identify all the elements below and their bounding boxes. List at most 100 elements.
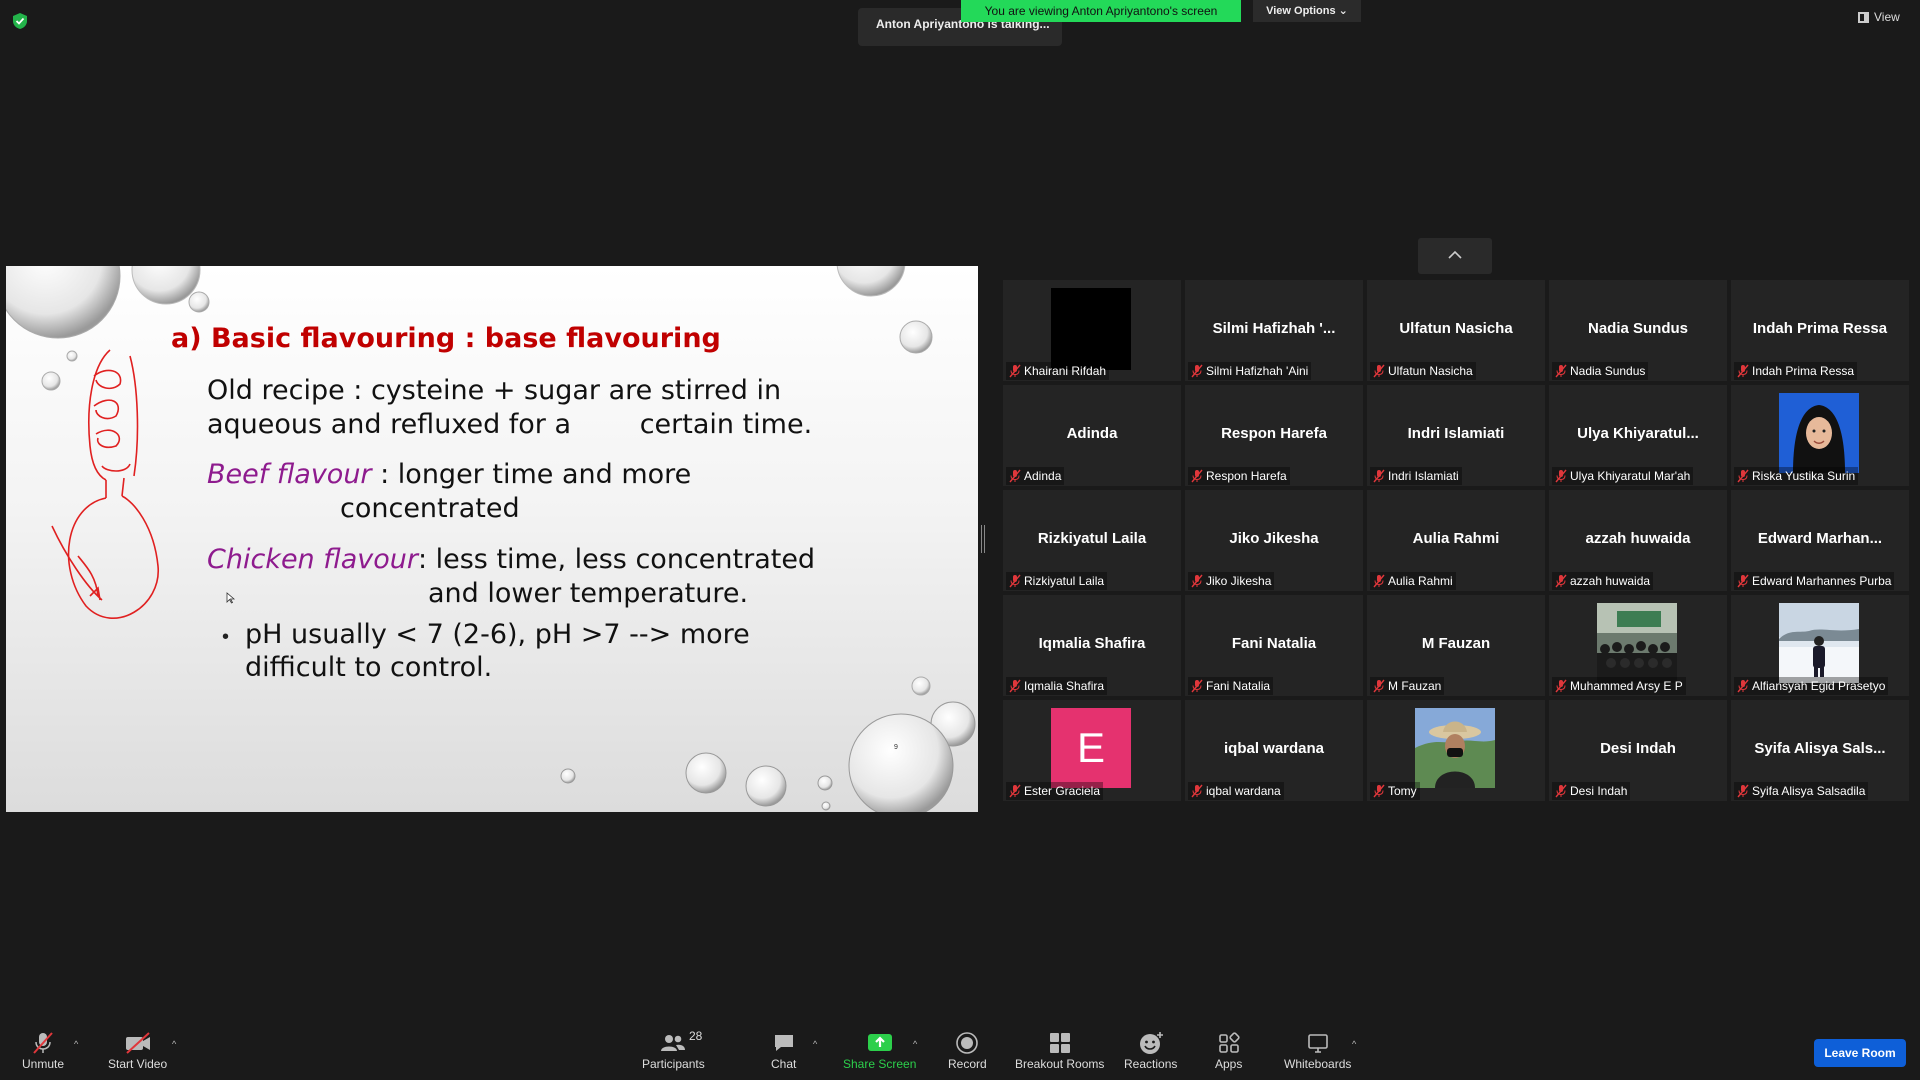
participant-name-tag: Ester Graciela: [1006, 782, 1104, 800]
participant-name: azzah huwaida: [1570, 574, 1651, 588]
view-button[interactable]: View: [1858, 10, 1900, 24]
shared-screen[interactable]: a) Basic flavouring : base flavouring Ol…: [6, 266, 978, 812]
security-shield-icon[interactable]: [12, 12, 28, 30]
participant-tile[interactable]: Rizkiyatul Laila Rizkiyatul Laila: [1003, 490, 1181, 591]
whiteboards-button[interactable]: Whiteboards: [1284, 1031, 1351, 1071]
microphone-muted-icon: [1009, 364, 1021, 378]
video-options-chevron-icon[interactable]: ^: [172, 1039, 176, 1049]
view-options-button[interactable]: View Options ⌄: [1253, 0, 1361, 22]
viewing-screen-banner: You are viewing Anton Apriyantono's scre…: [961, 0, 1241, 22]
participant-tile[interactable]: Aulia Rahmi Aulia Rahmi: [1367, 490, 1545, 591]
participant-name: Iqmalia Shafira: [1024, 679, 1105, 693]
share-options-chevron-icon[interactable]: ^: [913, 1039, 917, 1049]
participant-tile[interactable]: Syifa Alisya Sals... Syifa Alisya Salsadi…: [1731, 700, 1909, 801]
participant-tile[interactable]: Tomy: [1367, 700, 1545, 801]
participant-tile[interactable]: Nadia Sundus Nadia Sundus: [1549, 280, 1727, 381]
meeting-toolbar: Unmute ^ Start Video ^ Participants 28 C…: [0, 1020, 1920, 1080]
share-screen-button[interactable]: Share Screen: [843, 1031, 916, 1071]
participant-tile[interactable]: Edward Marhan... Edward Marhannes Purba: [1731, 490, 1909, 591]
reactions-label: Reactions: [1124, 1057, 1178, 1071]
microphone-muted-icon: [1737, 364, 1749, 378]
audio-options-chevron-icon[interactable]: ^: [74, 1039, 78, 1049]
participant-tile[interactable]: Muhammed Arsy E P: [1549, 595, 1727, 696]
participant-tile[interactable]: Iqmalia Shafira Iqmalia Shafira: [1003, 595, 1181, 696]
participant-display-name: Nadia Sundus: [1587, 320, 1688, 337]
participant-display-name: Aulia Rahmi: [1412, 530, 1500, 547]
microphone-muted-icon: [1373, 784, 1385, 798]
participant-name-tag: iqbal wardana: [1188, 782, 1284, 800]
chevron-down-icon: ⌄: [1338, 5, 1348, 17]
record-icon: [956, 1032, 979, 1054]
participant-photo: [1597, 603, 1677, 683]
participant-tile[interactable]: Alfiansyah Egid Prasetyo: [1731, 595, 1909, 696]
participant-name: Ulya Khiyaratul Mar'ah: [1570, 469, 1691, 483]
participant-tile[interactable]: Indah Prima Ressa Indah Prima Ressa: [1731, 280, 1909, 381]
collapse-gallery-button[interactable]: [1418, 238, 1492, 274]
participant-name-tag: Edward Marhannes Purba: [1734, 572, 1895, 590]
microphone-muted-icon: [1555, 679, 1567, 693]
participant-tile[interactable]: E Ester Graciela: [1003, 700, 1181, 801]
participant-tile[interactable]: Khairani Rifdah: [1003, 280, 1181, 381]
apps-icon: [1218, 1032, 1240, 1053]
participant-display-name: Respon Harefa: [1221, 425, 1327, 442]
participant-display-name: Iqmalia Shafira: [1038, 635, 1146, 652]
chat-bubble-icon: [774, 1035, 793, 1051]
chevron-up-icon: [1448, 250, 1462, 259]
participant-tile[interactable]: Fani Natalia Fani Natalia: [1185, 595, 1363, 696]
participant-tile[interactable]: Ulya Khiyaratul... Ulya Khiyaratul Mar'ah: [1549, 385, 1727, 486]
participant-name-tag: Silmi Hafizhah 'Aini: [1188, 362, 1312, 380]
participant-name-tag: Fani Natalia: [1188, 677, 1274, 695]
slide-line-1: Old recipe : cysteine + sugar are stirre…: [207, 375, 782, 406]
split-view-handle[interactable]: [981, 525, 985, 553]
microphone-muted-icon: [1009, 469, 1021, 483]
participant-tile[interactable]: azzah huwaida azzah huwaida: [1549, 490, 1727, 591]
participant-display-name: Edward Marhan...: [1757, 530, 1883, 547]
record-button[interactable]: Record: [948, 1031, 987, 1071]
reactions-button[interactable]: Reactions: [1124, 1031, 1177, 1071]
microphone-muted-icon: [1191, 679, 1203, 693]
participant-tile[interactable]: Jiko Jikesha Jiko Jikesha: [1185, 490, 1363, 591]
participant-tile[interactable]: Respon Harefa Respon Harefa: [1185, 385, 1363, 486]
participant-tile[interactable]: M Fauzan M Fauzan: [1367, 595, 1545, 696]
start-video-label: Start Video: [108, 1057, 168, 1071]
participant-name-tag: Nadia Sundus: [1552, 362, 1649, 380]
participant-tile[interactable]: Desi Indah Desi Indah: [1549, 700, 1727, 801]
microphone-muted-icon: [1373, 574, 1385, 588]
participants-icon: [661, 1035, 686, 1051]
leave-room-button[interactable]: Leave Room: [1814, 1039, 1906, 1067]
participant-tile[interactable]: Adinda Adinda: [1003, 385, 1181, 486]
start-video-button[interactable]: Start Video: [108, 1031, 167, 1071]
participant-name: Respon Harefa: [1206, 469, 1287, 483]
breakout-rooms-button[interactable]: Breakout Rooms: [1015, 1031, 1104, 1071]
slide-page-number: 9: [894, 744, 898, 751]
chicken-flavour-line: Chicken flavour: less time, less concent…: [207, 544, 815, 575]
participant-display-name: M Fauzan: [1421, 635, 1491, 652]
whiteboards-options-chevron-icon[interactable]: ^: [1352, 1039, 1356, 1049]
flask-sketch: [51, 349, 159, 619]
microphone-muted-icon: [1555, 574, 1567, 588]
participant-tile[interactable]: Ulfatun Nasicha Ulfatun Nasicha: [1367, 280, 1545, 381]
chat-button[interactable]: Chat: [771, 1031, 796, 1071]
participant-name: Syifa Alisya Salsadila: [1752, 784, 1866, 798]
participant-name-tag: Rizkiyatul Laila: [1006, 572, 1108, 590]
participant-tile[interactable]: Silmi Hafizhah '... Silmi Hafizhah 'Aini: [1185, 280, 1363, 381]
participant-video: [1051, 288, 1131, 370]
microphone-muted-icon: [1191, 469, 1203, 483]
participant-display-name: Syifa Alisya Sals...: [1754, 740, 1886, 757]
participant-display-name: Fani Natalia: [1231, 635, 1317, 652]
participant-tile[interactable]: iqbal wardana iqbal wardana: [1185, 700, 1363, 801]
chicken-flavour-text: : less time, less concentrated: [417, 544, 816, 575]
participant-name-tag: Respon Harefa: [1188, 467, 1290, 485]
unmute-button[interactable]: Unmute: [22, 1031, 64, 1071]
apps-button[interactable]: Apps: [1215, 1031, 1242, 1071]
participant-name: Nadia Sundus: [1570, 364, 1646, 378]
reactions-smiley-icon: [1139, 1032, 1163, 1054]
participant-tile[interactable]: Riska Yustika Surin: [1731, 385, 1909, 486]
view-options-label: View Options: [1266, 5, 1336, 17]
chicken-flavour-line-2: and lower temperature.: [428, 578, 749, 609]
participant-display-name: Rizkiyatul Laila: [1037, 530, 1147, 547]
chat-options-chevron-icon[interactable]: ^: [813, 1039, 817, 1049]
participant-name: Adinda: [1024, 469, 1062, 483]
participant-name: Riska Yustika Surin: [1752, 469, 1856, 483]
participant-tile[interactable]: Indri Islamiati Indri Islamiati: [1367, 385, 1545, 486]
